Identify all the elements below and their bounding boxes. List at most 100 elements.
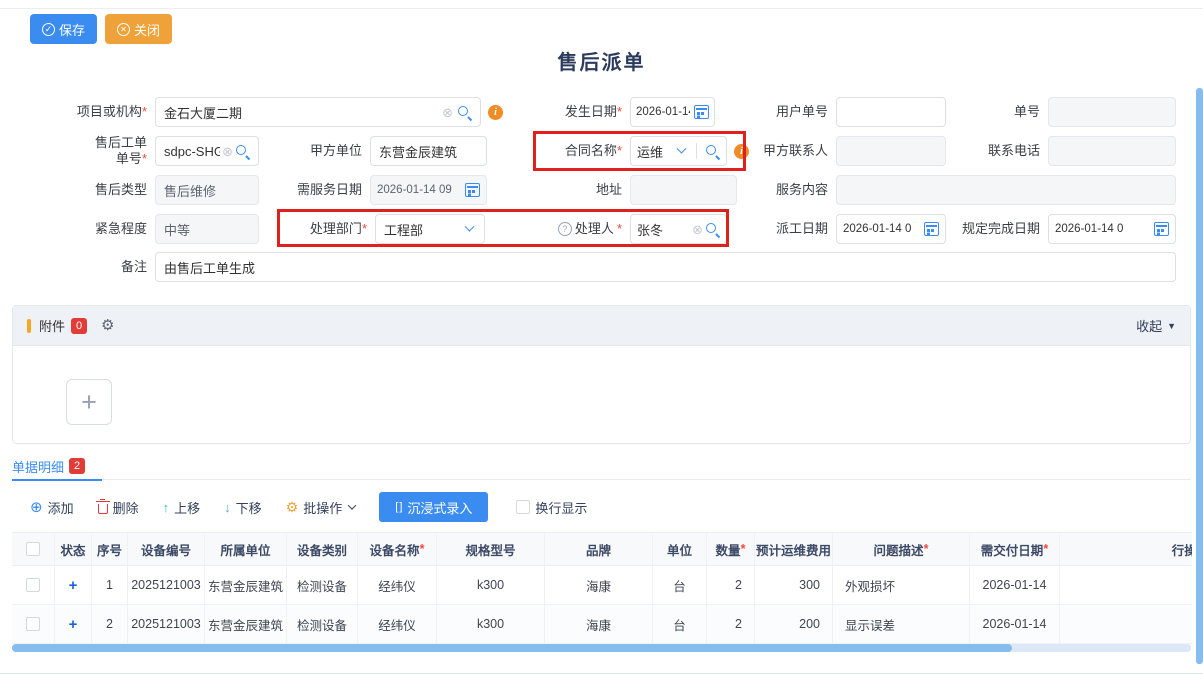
calendar-icon[interactable] <box>924 222 939 236</box>
clear-icon[interactable]: ⊗ <box>692 223 703 236</box>
cell-measure[interactable]: 台 <box>653 566 707 604</box>
detail-tab-bar: 单据明细 2 <box>12 452 1191 480</box>
cell-name[interactable]: 经纬仪 <box>358 566 437 604</box>
field-dept: 处理部门* 工程部 <box>286 214 485 244</box>
wrap-display-checkbox[interactable] <box>516 500 530 514</box>
user-order-no-input-field[interactable] <box>845 105 937 120</box>
move-down-button[interactable]: ↓ 下移 <box>224 498 262 517</box>
order-no-input <box>1048 97 1176 127</box>
aftersales-dispatch-page: 保存 关闭 售后派单 项目或机构* ⊗ 发生日期* 2026-01-14 用户单… <box>0 0 1203 675</box>
cell-fee[interactable]: 200 <box>755 605 833 643</box>
clear-icon[interactable]: ⊗ <box>222 145 233 158</box>
search-icon[interactable] <box>705 144 720 159</box>
info-icon[interactable] <box>488 105 503 120</box>
header-name: 设备名称* <box>358 533 437 565</box>
field-dispatch-date: 派工日期 2026-01-14 0 <box>752 214 946 244</box>
vertical-scrollbar-thumb[interactable] <box>1196 88 1203 664</box>
urgency-label: 紧急程度 <box>83 221 155 237</box>
horizontal-scrollbar[interactable] <box>12 644 1191 652</box>
cell-device-no[interactable]: 2025121003 <box>128 566 205 604</box>
cell-unit[interactable]: 东营金辰建筑 <box>205 605 287 643</box>
party-a-unit-input-field[interactable] <box>379 144 478 159</box>
cell-fee[interactable]: 300 <box>755 566 833 604</box>
bottom-divider <box>0 673 1203 674</box>
search-icon[interactable] <box>235 144 250 159</box>
search-icon[interactable] <box>457 105 472 120</box>
project-input-field[interactable] <box>164 105 438 120</box>
cell-seq: 2 <box>92 605 128 643</box>
cell-qty[interactable]: 2 <box>707 566 755 604</box>
cell-category[interactable]: 检测设备 <box>287 566 358 604</box>
row-checkbox[interactable] <box>26 578 40 592</box>
row-status-icon[interactable]: + <box>55 566 92 604</box>
dispatch-date-input[interactable]: 2026-01-14 0 <box>836 214 946 244</box>
tab-detail[interactable]: 单据明细 2 <box>12 452 85 480</box>
table-row[interactable]: + 1 2025121003 东营金辰建筑 检测设备 经纬仪 k300 海康 台… <box>12 566 1192 605</box>
handler-input-field[interactable] <box>637 222 690 237</box>
chevron-down-icon[interactable] <box>465 221 475 231</box>
contract-name-select[interactable]: 运维 <box>630 136 727 166</box>
row-status-icon[interactable]: + <box>55 605 92 643</box>
save-button[interactable]: 保存 <box>30 14 97 44</box>
calendar-icon[interactable] <box>1154 222 1169 236</box>
close-button[interactable]: 关闭 <box>105 14 172 44</box>
cell-model[interactable]: k300 <box>437 605 545 643</box>
cell-brand[interactable]: 海康 <box>545 605 653 643</box>
cell-delivery[interactable]: 2026-01-14 <box>970 566 1060 604</box>
work-order-no-input[interactable]: ⊗ <box>155 136 259 166</box>
move-up-button[interactable]: ↑ 上移 <box>163 498 201 517</box>
dept-select[interactable]: 工程部 <box>375 214 485 244</box>
party-a-unit-input[interactable] <box>370 136 487 166</box>
cell-measure[interactable]: 台 <box>653 605 707 643</box>
contract-name-label: 合同名称* <box>546 143 630 159</box>
row-checkbox[interactable] <box>26 617 40 631</box>
cell-problem[interactable]: 显示误差 <box>833 605 970 643</box>
add-row-button[interactable]: ⊕ 添加 <box>30 498 74 517</box>
question-circle-icon[interactable] <box>558 222 572 236</box>
cell-row-actions <box>1060 566 1192 604</box>
service-date-input: 2026-01-14 09 <box>370 175 487 205</box>
table-row[interactable]: + 2 2025121003 东营金辰建筑 检测设备 经纬仪 k300 海康 台… <box>12 605 1192 644</box>
cell-name[interactable]: 经纬仪 <box>358 605 437 643</box>
wrap-display-toggle[interactable]: 换行显示 <box>516 498 587 517</box>
urgency-input: 中等 <box>155 214 259 244</box>
select-all-checkbox[interactable] <box>26 542 40 556</box>
deadline-input[interactable]: 2026-01-14 0 <box>1048 214 1176 244</box>
handler-label: 处理人* <box>536 221 630 237</box>
cell-delivery[interactable]: 2026-01-14 <box>970 605 1060 643</box>
trash-icon <box>98 504 108 514</box>
user-order-no-input[interactable] <box>836 97 946 127</box>
search-icon[interactable] <box>705 222 720 237</box>
remark-input-field[interactable] <box>164 260 1167 275</box>
delete-row-button[interactable]: 删除 <box>98 498 139 517</box>
service-date-label: 需服务日期 <box>286 182 370 198</box>
gear-icon[interactable]: ⚙ <box>101 318 114 333</box>
batch-actions-button[interactable]: ⚙ 批操作 <box>286 498 356 517</box>
handler-input[interactable]: ⊗ <box>630 214 727 244</box>
field-party-a-contact: 甲方联系人 <box>752 136 946 166</box>
cell-problem[interactable]: 外观损坏 <box>833 566 970 604</box>
cell-brand[interactable]: 海康 <box>545 566 653 604</box>
occur-date-input[interactable]: 2026-01-14 <box>630 97 715 127</box>
work-order-no-input-field[interactable] <box>164 144 220 159</box>
upload-button[interactable] <box>66 379 112 425</box>
project-input[interactable]: ⊗ <box>155 97 481 127</box>
field-service-type: 售后类型 售后维修 <box>83 175 259 205</box>
calendar-icon[interactable] <box>694 105 709 119</box>
collapse-button[interactable]: 收起 ▼ <box>1136 316 1176 335</box>
cell-category[interactable]: 检测设备 <box>287 605 358 643</box>
save-button-label: 保存 <box>59 20 85 39</box>
cell-unit[interactable]: 东营金辰建筑 <box>205 566 287 604</box>
remark-input[interactable] <box>155 252 1176 282</box>
horizontal-scrollbar-thumb[interactable] <box>12 644 1012 652</box>
cell-qty[interactable]: 2 <box>707 605 755 643</box>
chevron-down-icon[interactable] <box>677 143 687 153</box>
info-icon[interactable] <box>734 144 749 159</box>
cell-device-no[interactable]: 2025121003 <box>128 605 205 643</box>
clear-icon[interactable]: ⊗ <box>442 106 453 119</box>
order-no-label: 单号 <box>964 104 1048 120</box>
immersive-entry-button[interactable]: [ ] 沉浸式录入 <box>379 492 488 522</box>
calendar-icon <box>465 183 480 197</box>
field-party-a-unit: 甲方单位 <box>286 136 487 166</box>
cell-model[interactable]: k300 <box>437 566 545 604</box>
